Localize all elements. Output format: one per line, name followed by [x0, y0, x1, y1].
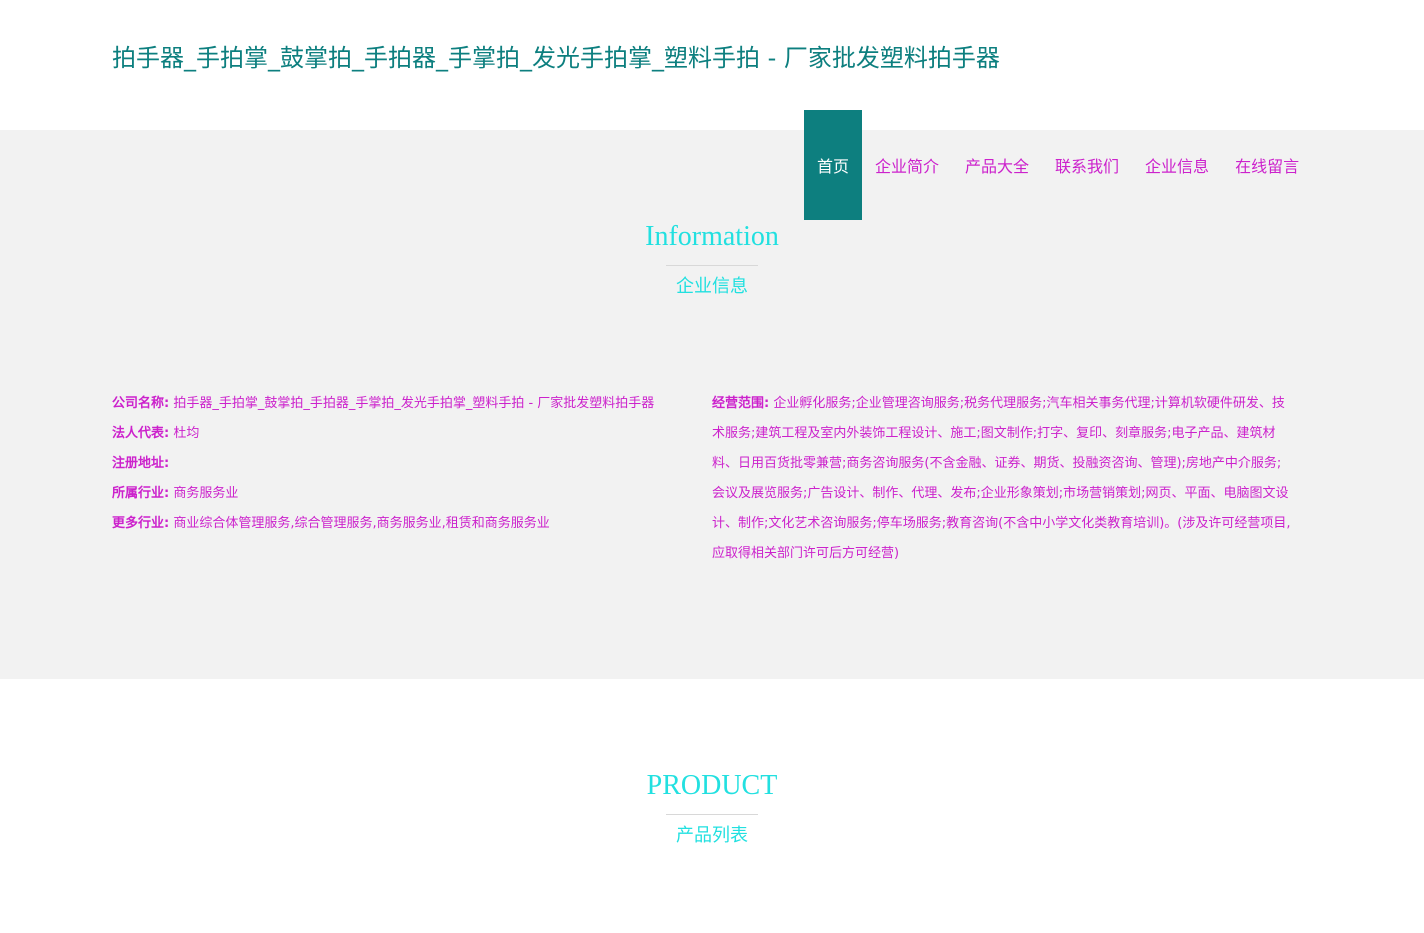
legal-rep-row: 法人代表: 杜均	[112, 419, 692, 449]
industry-row: 所属行业: 商务服务业	[112, 479, 692, 509]
nav-item-company-info[interactable]: 企业信息	[1132, 110, 1222, 220]
nav-item-contact[interactable]: 联系我们	[1042, 110, 1132, 220]
more-industry-row: 更多行业: 商业综合体管理服务,综合管理服务,商务服务业,租赁和商务服务业	[112, 509, 692, 539]
info-heading-en: Information	[645, 221, 779, 252]
company-name-row: 公司名称: 拍手器_手拍掌_鼓掌拍_手拍器_手掌拍_发光手拍掌_塑料手拍 - 厂…	[112, 389, 692, 419]
site-title[interactable]: 拍手器_手拍掌_鼓掌拍_手拍器_手掌拍_发光手拍掌_塑料手拍 - 厂家批发塑料拍…	[112, 38, 1000, 73]
main-nav: 首页 企业简介 产品大全 联系我们 企业信息 在线留言	[804, 110, 1312, 220]
company-name-value: 拍手器_手拍掌_鼓掌拍_手拍器_手掌拍_发光手拍掌_塑料手拍 - 厂家批发塑料拍…	[173, 396, 655, 411]
industry-label: 所属行业:	[112, 486, 170, 501]
company-info-right: 经营范围: 企业孵化服务;企业管理咨询服务;税务代理服务;汽车相关事务代理;计算…	[712, 389, 1292, 569]
address-row: 注册地址:	[112, 449, 692, 479]
info-heading-divider	[666, 265, 758, 266]
company-name-label: 公司名称:	[112, 396, 170, 411]
nav-item-home[interactable]: 首页	[804, 110, 862, 220]
industry-value: 商务服务业	[173, 486, 239, 501]
nav-item-about[interactable]: 企业简介	[862, 110, 952, 220]
nav-item-message[interactable]: 在线留言	[1222, 110, 1312, 220]
nav-item-products[interactable]: 产品大全	[952, 110, 1042, 220]
product-heading-divider	[666, 814, 758, 815]
product-heading-cn: 产品列表	[676, 825, 748, 846]
business-scope-value: 企业孵化服务;企业管理咨询服务;税务代理服务;汽车相关事务代理;计算机软硬件研发…	[712, 396, 1291, 561]
business-scope-row: 经营范围: 企业孵化服务;企业管理咨询服务;税务代理服务;汽车相关事务代理;计算…	[712, 389, 1292, 569]
business-scope-label: 经营范围:	[712, 396, 770, 411]
company-info-left: 公司名称: 拍手器_手拍掌_鼓掌拍_手拍器_手掌拍_发光手拍掌_塑料手拍 - 厂…	[112, 389, 692, 539]
product-heading: PRODUCT 产品列表	[0, 768, 1424, 849]
info-heading-cn: 企业信息	[676, 276, 748, 297]
legal-rep-value: 杜均	[173, 426, 200, 441]
more-industry-value: 商业综合体管理服务,综合管理服务,商务服务业,租赁和商务服务业	[173, 516, 550, 531]
more-industry-label: 更多行业:	[112, 516, 170, 531]
legal-rep-label: 法人代表:	[112, 426, 170, 441]
info-heading: Information 企业信息	[0, 219, 1424, 300]
product-heading-en: PRODUCT	[646, 770, 778, 801]
address-label: 注册地址:	[112, 456, 170, 471]
